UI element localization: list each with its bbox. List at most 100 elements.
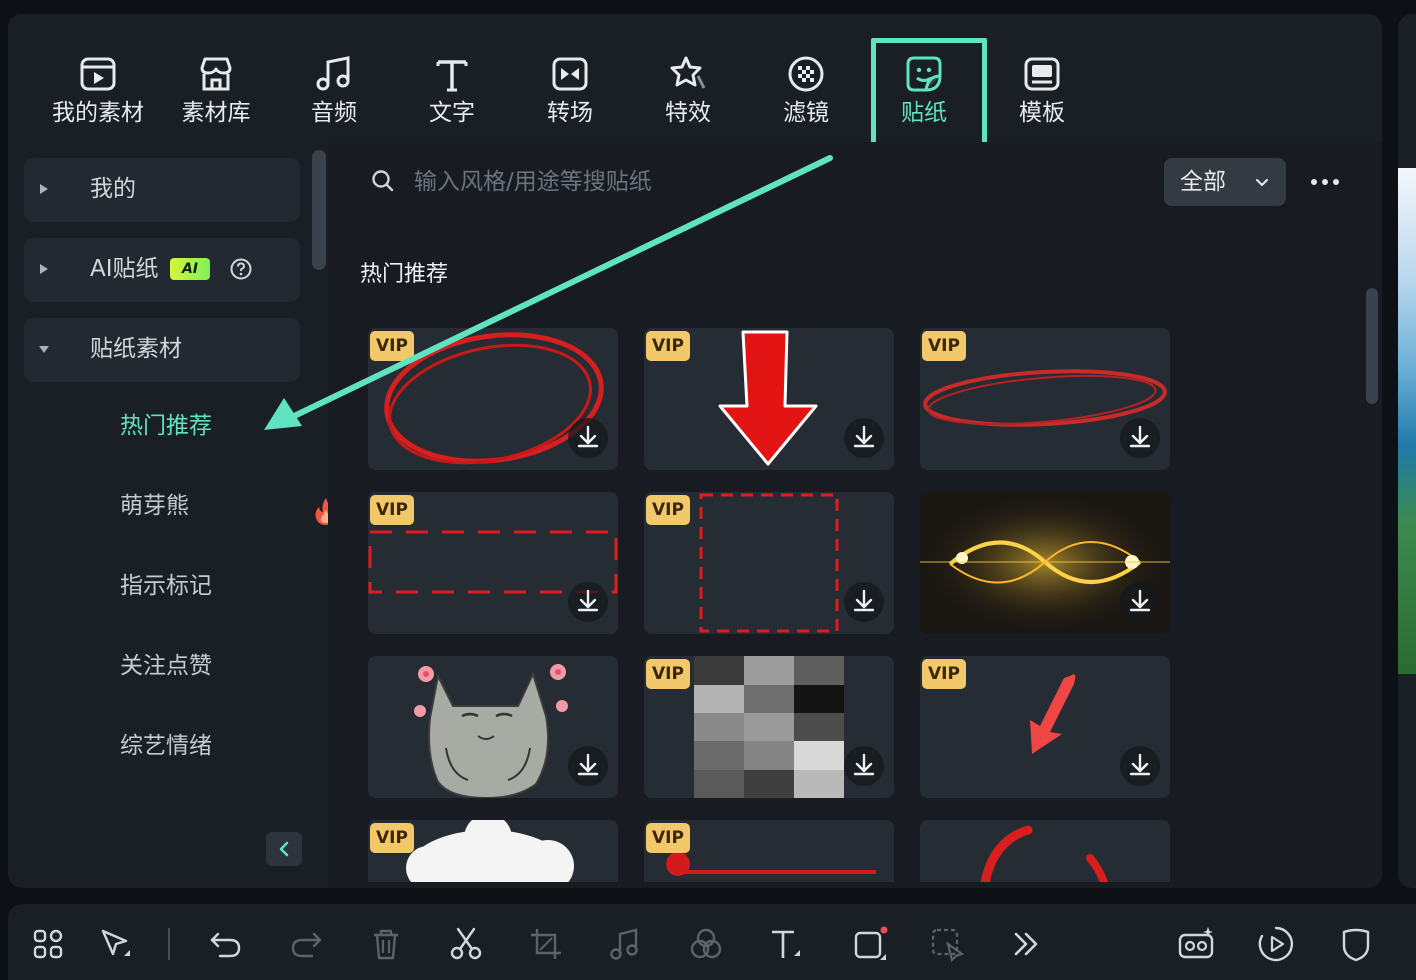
chevron-down-icon xyxy=(1256,179,1268,186)
shape-tool-button[interactable] xyxy=(850,924,890,964)
section-title: 热门推荐 xyxy=(360,262,449,287)
redo-button[interactable] xyxy=(286,924,326,964)
download-icon xyxy=(577,425,599,448)
category-filter-dropdown[interactable]: 全部 xyxy=(1164,158,1286,206)
download-button[interactable] xyxy=(568,418,608,458)
crop-button[interactable] xyxy=(526,924,566,964)
bottom-toolbar xyxy=(8,904,1416,980)
tab-label: 滤镜 xyxy=(783,100,829,126)
sidebar-item-hot[interactable]: 热门推荐 xyxy=(120,408,212,448)
sticker-card[interactable]: VIP xyxy=(644,492,894,634)
sticker-card[interactable]: VIP xyxy=(920,328,1170,470)
transition-icon xyxy=(552,57,588,91)
text-tool-icon xyxy=(772,930,800,958)
delete-button[interactable] xyxy=(366,924,406,964)
help-icon[interactable] xyxy=(230,258,252,280)
download-button[interactable] xyxy=(844,582,884,622)
category-tab-bar: 我的素材 素材库 音频 文字 转场 特效 滤镜 贴纸 模板 xyxy=(8,14,1382,154)
sidebar-scrollbar[interactable] xyxy=(312,150,326,270)
tab-audio[interactable]: 音频 xyxy=(279,50,389,140)
scissors-icon xyxy=(450,927,482,960)
sidebar-item-variety-emotion[interactable]: 综艺情绪 xyxy=(120,728,212,768)
tab-template[interactable]: 模板 xyxy=(987,50,1097,140)
sticker-card[interactable] xyxy=(920,820,1170,882)
download-button[interactable] xyxy=(1120,746,1160,786)
download-icon xyxy=(1129,425,1151,448)
more-tools-button[interactable] xyxy=(1006,924,1046,964)
download-icon xyxy=(577,589,599,612)
effects-icon xyxy=(670,56,706,89)
download-icon xyxy=(853,425,875,448)
tab-effects[interactable]: 特效 xyxy=(633,50,743,140)
sidebar-item-indicator[interactable]: 指示标记 xyxy=(120,568,212,608)
vip-badge: VIP xyxy=(370,495,414,525)
more-icon xyxy=(1311,179,1339,185)
sticker-card[interactable] xyxy=(920,492,1170,634)
caret-down-icon xyxy=(39,346,49,353)
download-button[interactable] xyxy=(1120,418,1160,458)
tab-text[interactable]: 文字 xyxy=(397,50,507,140)
sticker-icon xyxy=(906,56,942,92)
collapse-sidebar-button[interactable] xyxy=(266,832,302,866)
text-tool-button[interactable] xyxy=(766,924,806,964)
audio-edit-button[interactable] xyxy=(606,924,646,964)
shield-button[interactable] xyxy=(1336,924,1376,964)
camera-sparkle-icon xyxy=(1178,927,1214,959)
sidebar-category-sticker-assets[interactable]: 贴纸素材 xyxy=(24,318,300,382)
double-chevron-right-icon xyxy=(1014,932,1038,956)
sticker-card[interactable]: VIP xyxy=(644,328,894,470)
auto-play-button[interactable] xyxy=(1256,924,1296,964)
ai-camera-button[interactable] xyxy=(1176,924,1216,964)
sticker-search-input[interactable] xyxy=(414,162,1014,202)
tab-my-media[interactable]: 我的素材 xyxy=(43,50,153,140)
filter-label: 全部 xyxy=(1180,169,1226,195)
vip-badge: VIP xyxy=(646,659,690,689)
mask-tool-button[interactable] xyxy=(928,924,968,964)
tab-filter[interactable]: 滤镜 xyxy=(751,50,861,140)
vip-badge: VIP xyxy=(646,495,690,525)
download-icon xyxy=(1129,753,1151,776)
vip-badge: VIP xyxy=(646,823,690,853)
download-button[interactable] xyxy=(844,418,884,458)
toolbar-divider xyxy=(168,928,170,960)
download-button[interactable] xyxy=(1120,582,1160,622)
layout-button[interactable] xyxy=(28,924,68,964)
tab-label: 文字 xyxy=(429,100,475,126)
preview-image xyxy=(1398,168,1416,674)
tab-stock-library[interactable]: 素材库 xyxy=(161,50,271,140)
download-button[interactable] xyxy=(844,746,884,786)
template-icon xyxy=(1024,57,1060,91)
sticker-content-area: 全部 热门推荐 VIP xyxy=(328,142,1382,888)
download-button[interactable] xyxy=(568,582,608,622)
caret-right-icon xyxy=(40,264,48,274)
select-tool-button[interactable] xyxy=(96,924,136,964)
my-media-icon xyxy=(80,57,116,91)
ai-badge: AI xyxy=(170,258,210,280)
sidebar-item-sprout-bear[interactable]: 萌芽熊 xyxy=(120,488,350,528)
sidebar-category-mine[interactable]: 我的 xyxy=(24,158,300,222)
trash-icon xyxy=(374,929,398,960)
more-options-button[interactable] xyxy=(1306,164,1344,200)
sticker-card[interactable]: VIP xyxy=(644,820,894,882)
split-button[interactable] xyxy=(446,924,486,964)
category-label: 贴纸素材 xyxy=(90,336,182,362)
app-window: 我的素材 素材库 音频 文字 转场 特效 滤镜 贴纸 模板 我的 AI贴纸 AI… xyxy=(0,0,1416,980)
sticker-card[interactable]: VIP xyxy=(920,656,1170,798)
music-note-icon xyxy=(316,56,350,91)
tab-transition[interactable]: 转场 xyxy=(515,50,625,140)
sidebar-category-ai-sticker[interactable]: AI贴纸 AI xyxy=(24,238,300,302)
media-panel: 我的素材 素材库 音频 文字 转场 特效 滤镜 贴纸 模板 我的 AI贴纸 AI… xyxy=(8,14,1382,888)
sticker-card[interactable] xyxy=(368,656,618,798)
sticker-card[interactable]: VIP xyxy=(368,820,618,882)
vip-badge: VIP xyxy=(370,331,414,361)
tab-sticker[interactable]: 贴纸 xyxy=(869,50,979,140)
download-icon xyxy=(853,753,875,776)
sticker-card[interactable]: VIP xyxy=(644,656,894,798)
download-button[interactable] xyxy=(568,746,608,786)
category-label: 我的 xyxy=(90,176,136,202)
sidebar-item-label: 指示标记 xyxy=(120,573,212,599)
sticker-card[interactable]: VIP xyxy=(368,492,618,634)
sticker-card[interactable]: VIP xyxy=(368,328,618,470)
color-button[interactable] xyxy=(686,924,726,964)
undo-button[interactable] xyxy=(206,924,246,964)
